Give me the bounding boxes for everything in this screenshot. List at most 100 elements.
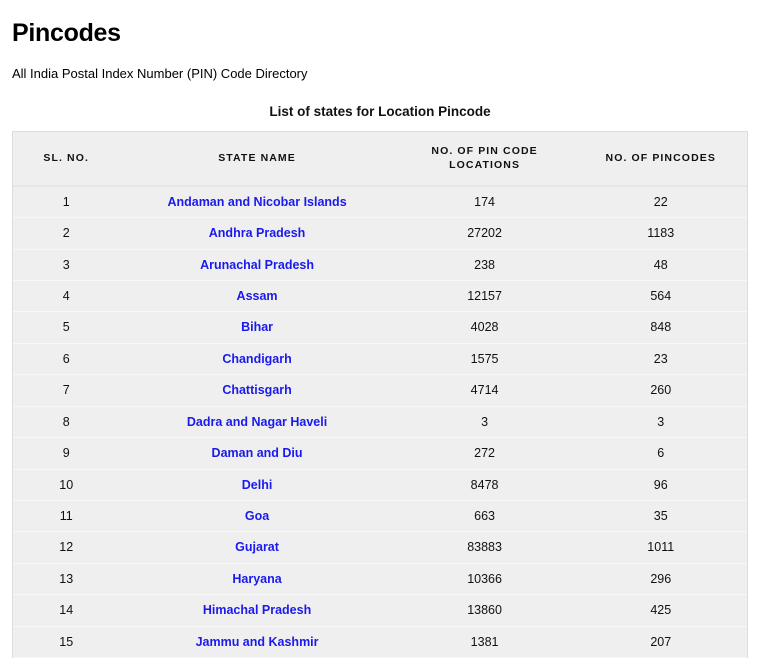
cell-no-of-pincodes: 48 [574,248,747,282]
state-link[interactable]: Delhi [242,478,273,492]
cell-sl-no: 7 [13,374,120,407]
table-row: 1 Andaman and Nicobar Islands 174 22 [13,185,747,219]
cell-state-name: Arunachal Pradesh [119,248,395,282]
cell-no-of-pincodes: 22 [574,185,747,219]
state-link[interactable]: Bihar [241,320,273,334]
cell-sl-no: 10 [13,468,120,501]
cell-pincode-locations: 10366 [394,562,575,596]
cell-pincode-locations: 8478 [394,468,575,501]
cell-state-name: Chattisgarh [119,374,395,407]
table-head: SL. NO. STATE NAME NO. OF PIN CODE LOCAT… [13,131,747,187]
cell-no-of-pincodes: 848 [574,311,747,344]
cell-sl-no: 8 [13,405,120,439]
cell-sl-no: 3 [13,248,120,282]
cell-pincode-locations: 3 [394,405,575,439]
table-row: 13 Haryana 10366 296 [13,562,747,596]
table-row: 9 Daman and Diu 272 6 [13,437,747,470]
cell-state-name: Himachal Pradesh [119,594,395,627]
cell-state-name: Dadra and Nagar Haveli [119,405,395,439]
cell-state-name: Haryana [119,562,395,596]
state-link[interactable]: Jammu and Kashmir [196,635,319,649]
cell-no-of-pincodes: 23 [574,342,747,376]
cell-sl-no: 15 [13,625,120,658]
table-row: 8 Dadra and Nagar Haveli 3 3 [13,405,747,439]
cell-sl-no: 11 [13,499,120,533]
table-row: 6 Chandigarh 1575 23 [13,342,747,376]
cell-pincode-locations: 272 [394,437,575,470]
cell-sl-no: 5 [13,311,120,344]
table-row: 11 Goa 663 35 [13,499,747,533]
cell-no-of-pincodes: 35 [574,499,747,533]
cell-no-of-pincodes: 564 [574,280,747,313]
cell-no-of-pincodes: 260 [574,374,747,407]
column-header-no-of-pincodes[interactable]: NO. OF PINCODES [574,131,747,187]
table-body: 1 Andaman and Nicobar Islands 174 22 2 Andhra… [13,185,747,658]
state-link[interactable]: Assam [237,289,278,303]
cell-pincode-locations: 4714 [394,374,575,407]
cell-state-name: Daman and Diu [119,437,395,470]
state-link[interactable]: Chandigarh [222,352,291,366]
cell-pincode-locations: 13860 [394,594,575,627]
cell-sl-no: 14 [13,594,120,627]
cell-state-name: Chandigarh [119,342,395,376]
table-row: 7 Chattisgarh 4714 260 [13,374,747,407]
cell-no-of-pincodes: 6 [574,437,747,470]
cell-no-of-pincodes: 3 [574,405,747,439]
column-header-sl-no[interactable]: SL. NO. [13,131,120,187]
state-link[interactable]: Himachal Pradesh [203,603,311,617]
table-row: 3 Arunachal Pradesh 238 48 [13,248,747,282]
cell-sl-no: 2 [13,217,120,250]
state-link[interactable]: Dadra and Nagar Haveli [187,415,327,429]
state-link[interactable]: Gujarat [235,540,279,554]
table-header-row: SL. NO. STATE NAME NO. OF PIN CODE LOCAT… [13,131,747,187]
page-subtitle: All India Postal Index Number (PIN) Code… [12,66,308,81]
cell-state-name: Bihar [119,311,395,344]
cell-state-name: Jammu and Kashmir [119,625,395,658]
table-row: 10 Delhi 8478 96 [13,468,747,501]
cell-no-of-pincodes: 296 [574,562,747,596]
cell-state-name: Assam [119,280,395,313]
cell-no-of-pincodes: 425 [574,594,747,627]
state-link[interactable]: Chattisgarh [222,383,291,397]
state-link[interactable]: Andaman and Nicobar Islands [167,195,346,209]
cell-sl-no: 6 [13,342,120,376]
cell-pincode-locations: 1575 [394,342,575,376]
cell-state-name: Gujarat [119,531,395,564]
cell-no-of-pincodes: 207 [574,625,747,658]
state-link[interactable]: Goa [245,509,269,523]
cell-pincode-locations: 238 [394,248,575,282]
cell-sl-no: 13 [13,562,120,596]
state-link[interactable]: Arunachal Pradesh [200,258,314,272]
column-header-pincode-locations[interactable]: NO. OF PIN CODE LOCATIONS [394,131,575,187]
table-row: 14 Himachal Pradesh 13860 425 [13,594,747,627]
cell-state-name: Goa [119,499,395,533]
state-link[interactable]: Andhra Pradesh [209,226,306,240]
state-link[interactable]: Daman and Diu [212,446,303,460]
cell-pincode-locations: 1381 [394,625,575,658]
cell-sl-no: 9 [13,437,120,470]
states-table-container: SL. NO. STATE NAME NO. OF PIN CODE LOCAT… [12,130,748,658]
table-row: 5 Bihar 4028 848 [13,311,747,344]
cell-sl-no: 4 [13,280,120,313]
table-row: 4 Assam 12157 564 [13,280,747,313]
cell-pincode-locations: 174 [394,185,575,219]
cell-pincode-locations: 4028 [394,311,575,344]
table-row: 2 Andhra Pradesh 27202 1183 [13,217,747,250]
cell-state-name: Andaman and Nicobar Islands [119,185,395,219]
page-title: Pincodes [12,19,121,47]
states-table: SL. NO. STATE NAME NO. OF PIN CODE LOCAT… [13,131,747,658]
cell-state-name: Andhra Pradesh [119,217,395,250]
page-root: Pincodes All India Postal Index Number (… [0,0,760,658]
cell-pincode-locations: 663 [394,499,575,533]
table-caption: List of states for Location Pincode [269,104,491,119]
cell-sl-no: 12 [13,531,120,564]
state-link[interactable]: Haryana [232,572,281,586]
cell-no-of-pincodes: 1183 [574,217,747,250]
cell-no-of-pincodes: 1011 [574,531,747,564]
cell-sl-no: 1 [13,185,120,219]
column-header-state-name[interactable]: STATE NAME [119,131,395,187]
cell-no-of-pincodes: 96 [574,468,747,501]
cell-pincode-locations: 27202 [394,217,575,250]
cell-state-name: Delhi [119,468,395,501]
table-row: 12 Gujarat 83883 1011 [13,531,747,564]
